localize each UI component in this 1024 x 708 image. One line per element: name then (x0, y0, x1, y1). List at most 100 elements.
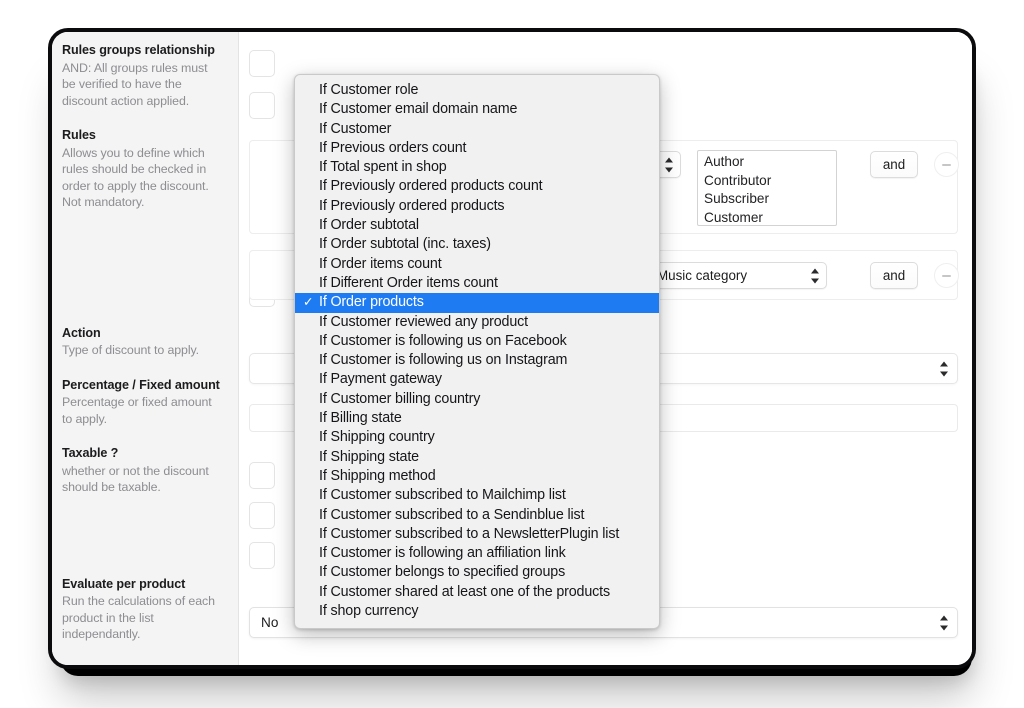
menu-item-label: If Customer subscribed to a NewsletterPl… (319, 525, 620, 542)
menu-item[interactable]: ✓If Payment gateway (295, 370, 659, 389)
rule-type-popup-menu[interactable]: ✓If Customer role✓If Customer email doma… (294, 74, 660, 630)
help-block-evaluate-per-product: Evaluate per product Run the calculation… (62, 576, 224, 643)
menu-item[interactable]: ✓If Customer subscribed to a NewsletterP… (295, 525, 659, 544)
menu-item[interactable]: ✓If Total spent in shop (295, 158, 659, 177)
menu-item-label: If Billing state (319, 410, 402, 427)
help-text: whether or not the discount should be ta… (62, 463, 209, 495)
help-text: Allows you to define which rules should … (62, 145, 209, 210)
menu-item[interactable]: ✓If Customer is following us on Instagra… (295, 351, 659, 370)
menu-item[interactable]: ✓If Customer subscribed to a Sendinblue … (295, 506, 659, 525)
menu-item-label: If Different Order items count (319, 274, 498, 291)
help-block-taxable: Taxable ? whether or not the discount sh… (62, 445, 224, 496)
help-block-action: Action Type of discount to apply. (62, 325, 224, 359)
hidden-rule-field[interactable] (249, 92, 275, 119)
menu-item[interactable]: ✓If Order subtotal (inc. taxes) (295, 235, 659, 254)
hidden-rule-field[interactable] (249, 502, 275, 529)
help-text: AND: All groups rules must be verified t… (62, 60, 208, 108)
menu-item-label: If Shipping state (319, 448, 419, 465)
help-text: Percentage or fixed amount to apply. (62, 395, 212, 426)
help-title: Rules groups relationship (62, 43, 215, 57)
menu-item[interactable]: ✓If Customer is following us on Facebook (295, 332, 659, 351)
menu-item[interactable]: ✓If Customer belongs to specified groups (295, 563, 659, 582)
menu-item[interactable]: ✓If Customer billing country (295, 390, 659, 409)
stepper-icon (939, 615, 948, 630)
list-item[interactable]: Customer (704, 209, 836, 226)
menu-item-label: If Customer billing country (319, 390, 481, 407)
and-button[interactable]: and (870, 151, 918, 178)
menu-item[interactable]: ✓If Shipping state (295, 448, 659, 467)
menu-item[interactable]: ✓If Customer reviewed any product (295, 313, 659, 332)
menu-item-label: If Payment gateway (319, 371, 442, 388)
list-item[interactable]: Subscriber (704, 190, 836, 209)
menu-item-label: If Customer shared at least one of the p… (319, 583, 610, 600)
menu-item[interactable]: ✓If Previously ordered products count (295, 177, 659, 196)
menu-item[interactable]: ✓If Shipping method (295, 467, 659, 486)
check-icon: ✓ (303, 295, 314, 310)
help-text: Run the calculations of each product in … (62, 594, 215, 641)
list-item[interactable]: Contributor (704, 172, 836, 191)
remove-rule-button[interactable] (934, 263, 959, 288)
menu-item-label: If Order items count (319, 255, 442, 272)
help-title: Taxable ? (62, 446, 119, 460)
menu-item-label: If Order subtotal (319, 217, 419, 234)
menu-item-label: If Customer reviewed any product (319, 313, 528, 330)
menu-item-label: If Customer belongs to specified groups (319, 564, 566, 581)
menu-item-label: If Order products (319, 294, 424, 311)
menu-item[interactable]: ✓If Previously ordered products (295, 197, 659, 216)
menu-item-label: If Previously ordered products count (319, 178, 543, 195)
help-block-percentage-fixed-amount: Percentage / Fixed amount Percentage or … (62, 377, 224, 428)
menu-item[interactable]: ✓If Different Order items count (295, 274, 659, 293)
menu-item-label: If Customer subscribed to Mailchimp list (319, 487, 566, 504)
menu-item-label: If Previous orders count (319, 139, 467, 156)
stepper-icon (664, 157, 673, 172)
rule-value-label: Music category (657, 268, 748, 283)
rule-value-listbox[interactable]: Author Contributor Subscriber Customer S… (697, 150, 837, 226)
hidden-rule-field[interactable] (249, 542, 275, 569)
stepper-icon (939, 361, 948, 376)
menu-item[interactable]: ✓If Customer shared at least one of the … (295, 583, 659, 602)
screen: Rules groups relationship AND: All group… (0, 0, 1024, 708)
help-sidebar: Rules groups relationship AND: All group… (52, 32, 239, 665)
rule-value-select[interactable]: Music category (647, 262, 827, 289)
menu-item-label: If Shipping method (319, 467, 436, 484)
menu-item-label: If Customer role (319, 82, 419, 98)
minus-circle-icon (942, 163, 951, 166)
menu-item[interactable]: ✓ If Order products (295, 293, 659, 313)
menu-item[interactable]: ✓If Billing state (295, 409, 659, 428)
menu-item[interactable]: ✓If Previous orders count (295, 139, 659, 158)
menu-item-label: If Customer is following us on Instagram (319, 352, 568, 369)
help-title: Evaluate per product (62, 576, 186, 591)
menu-item-label: If Total spent in shop (319, 159, 447, 176)
menu-item-label: If Customer is following an affiliation … (319, 545, 566, 562)
menu-item-label: If Previously ordered products (319, 197, 505, 214)
menu-item-label: If shop currency (319, 603, 419, 620)
remove-rule-button[interactable] (934, 152, 959, 177)
minus-circle-icon (942, 274, 951, 277)
evaluate-per-product-value: No (261, 615, 279, 630)
help-block-rules: Rules Allows you to define which rules s… (62, 127, 224, 211)
menu-item[interactable]: ✓If Order items count (295, 255, 659, 274)
hidden-rule-field[interactable] (249, 462, 275, 489)
stepper-icon (810, 268, 819, 283)
help-text: Type of discount to apply. (62, 343, 199, 357)
menu-item[interactable]: ✓If Customer role (295, 81, 659, 100)
list-item[interactable]: Author (704, 153, 836, 172)
menu-item[interactable]: ✓If shop currency (295, 602, 659, 621)
and-button[interactable]: and (870, 262, 918, 289)
menu-item[interactable]: ✓If Customer is following an affiliation… (295, 544, 659, 563)
hidden-rule-field[interactable] (249, 50, 275, 77)
menu-item[interactable]: ✓If Order subtotal (295, 216, 659, 235)
menu-item-label: If Shipping country (319, 429, 435, 446)
menu-item[interactable]: ✓If Customer email domain name (295, 100, 659, 119)
menu-item-label: If Customer subscribed to a Sendinblue l… (319, 506, 585, 523)
menu-item-label: If Customer is following us on Facebook (319, 332, 567, 349)
menu-item[interactable]: ✓If Shipping country (295, 428, 659, 447)
menu-item-label: If Customer email domain name (319, 101, 518, 118)
menu-item-label: If Customer (319, 120, 392, 137)
menu-item[interactable]: ✓If Customer subscribed to Mailchimp lis… (295, 486, 659, 505)
menu-item[interactable]: ✓If Customer (295, 120, 659, 139)
help-title: Percentage / Fixed amount (62, 377, 220, 392)
menu-item-label: If Order subtotal (inc. taxes) (319, 236, 491, 253)
